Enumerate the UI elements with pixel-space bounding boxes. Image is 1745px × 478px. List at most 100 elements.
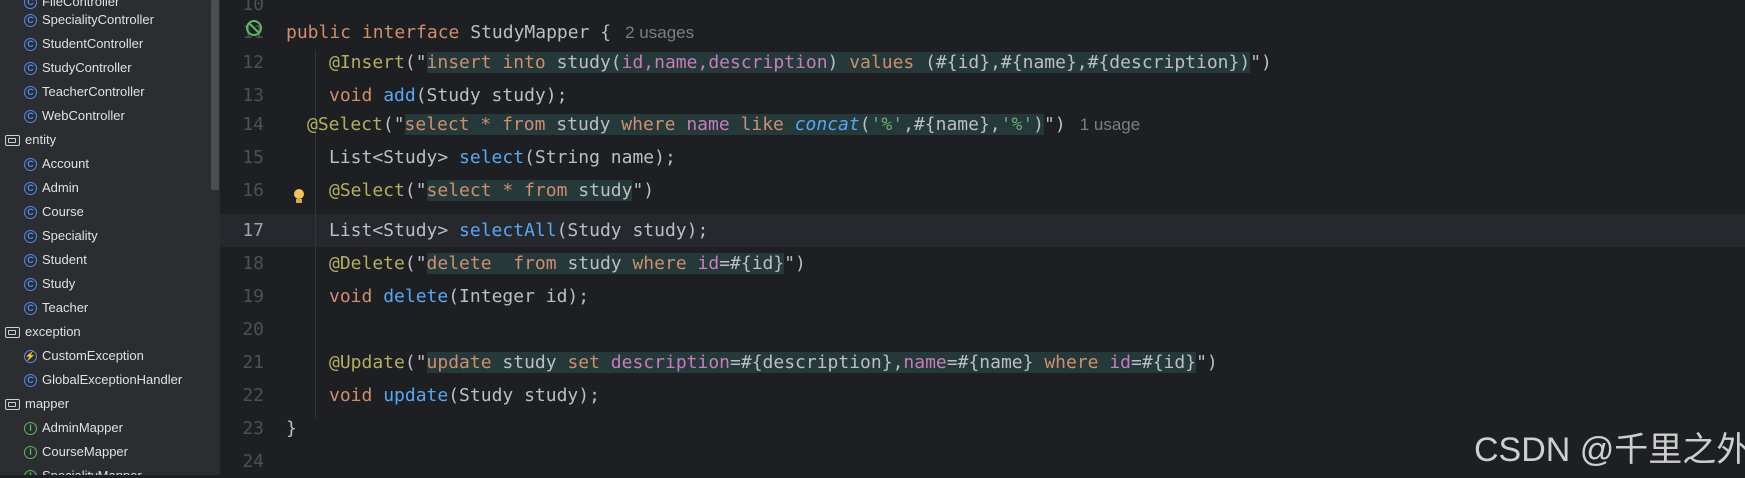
code-text: (Study study);	[448, 385, 600, 406]
tree-item-label: StudyController	[42, 60, 132, 75]
sql-table: study	[556, 114, 622, 135]
closing-brace: }	[286, 418, 297, 439]
code-line-19[interactable]: void delete(Integer id);	[329, 280, 589, 313]
sql-text: (	[859, 114, 871, 135]
sql-keyword: select * from	[426, 180, 579, 201]
line-number[interactable]: 21	[220, 346, 264, 379]
sql-function: concat	[794, 114, 860, 135]
code-line-18[interactable]: @Delete("delete from study where id=#{id…	[329, 247, 806, 280]
tree-item-label: SpecialityMapper	[42, 464, 142, 475]
sql-column: name	[686, 114, 741, 135]
line-number[interactable]: 24	[220, 445, 264, 478]
sql-text: =#{id}	[1131, 352, 1197, 373]
tree-file-item[interactable]: C StudyController	[24, 56, 132, 80]
code-line-16[interactable]: @Select("select * from study")	[329, 174, 654, 207]
code-line-22[interactable]: void update(Study study);	[329, 379, 600, 412]
line-number[interactable]: 14	[220, 108, 264, 141]
sql-keyword: update	[426, 352, 503, 373]
tree-item-label: SpecialityController	[42, 12, 154, 27]
tree-file-item[interactable]: C Student	[24, 248, 87, 272]
string-close: ")	[1196, 352, 1218, 373]
usages-hint[interactable]: 2 usages	[625, 23, 694, 42]
sql-keyword: where	[632, 253, 698, 274]
code-line-17[interactable]: List<Study> selectAll(Study study);	[329, 214, 708, 247]
code-line-15[interactable]: List<Study> select(String name);	[329, 141, 676, 174]
line-number[interactable]: 12	[220, 46, 264, 79]
tree-file-item[interactable]: C TeacherController	[24, 80, 145, 104]
tree-package-item[interactable]: mapper	[5, 392, 69, 416]
package-icon	[5, 326, 20, 338]
usages-hint[interactable]: 1 usage	[1080, 115, 1141, 134]
method-name: delete	[383, 286, 449, 307]
sql-text: ,#{name},	[903, 114, 1001, 135]
code-line-12[interactable]: @Insert("insert into study(id,name,descr…	[329, 46, 1272, 79]
tree-item-label: GlobalExceptionHandler	[42, 372, 183, 387]
tree-file-item[interactable]: I AdminMapper	[24, 416, 123, 440]
code-line-23[interactable]: }	[286, 412, 297, 445]
sql-keyword: like	[740, 114, 795, 135]
line-number[interactable]: 16	[220, 174, 264, 207]
sql-keyword: where	[1044, 352, 1110, 373]
line-number-gutter[interactable]: 10 11 12 13 14 15 16 17 18 19 20 21 22 23 24	[220, 0, 310, 475]
code-line-14[interactable]: @Select("select * from study where name …	[307, 108, 1140, 141]
sql-table: study	[502, 352, 568, 373]
tree-file-item[interactable]: C Account	[24, 152, 89, 176]
tree-file-item[interactable]: C Study	[24, 272, 75, 296]
lightbulb-icon[interactable]	[293, 189, 305, 205]
tree-file-item[interactable]: C Speciality	[24, 224, 98, 248]
sql-text: =#{id}	[719, 253, 785, 274]
tree-package-item[interactable]: entity	[5, 128, 56, 152]
line-number[interactable]: 23	[220, 412, 264, 445]
package-icon	[5, 134, 20, 146]
tree-file-item[interactable]: C SpecialityController	[24, 8, 154, 32]
tree-item-label: TeacherController	[42, 84, 145, 99]
method-name: add	[383, 85, 416, 106]
code-text: (Study study);	[415, 85, 568, 106]
tree-item-label: WebController	[42, 108, 125, 123]
tree-file-item[interactable]: C GlobalExceptionHandler	[24, 368, 182, 392]
indent-guide	[315, 50, 316, 418]
line-number[interactable]: 20	[220, 313, 264, 346]
sql-table: study(	[556, 52, 622, 73]
tree-file-item[interactable]: C Course	[24, 200, 84, 224]
tree-file-item[interactable]: C Admin	[24, 176, 79, 200]
watermark: CSDN @千里之外i	[1474, 431, 1745, 469]
class-icon: C	[24, 253, 37, 267]
tree-scrollbar-thumb[interactable]	[211, 0, 219, 190]
line-number[interactable]: 15	[220, 141, 264, 174]
sql-keyword: values	[849, 52, 926, 73]
string-close: ")	[1044, 114, 1066, 135]
project-tree[interactable]: C FileController C SpecialityController C Stu…	[0, 0, 210, 475]
tree-file-item[interactable]: C StudentController	[24, 32, 143, 56]
tree-file-item[interactable]: I SpecialityMapper	[24, 464, 142, 475]
code-line-21[interactable]: @Update("update study set description=#{…	[329, 346, 1218, 379]
tree-file-item[interactable]: I CourseMapper	[24, 440, 128, 464]
tree-scrollbar[interactable]	[210, 0, 220, 475]
class-icon: C	[24, 61, 37, 75]
line-number[interactable]: 18	[220, 247, 264, 280]
sql-text: )	[1033, 114, 1044, 135]
no-entry-icon[interactable]	[246, 20, 262, 36]
tree-item-label: Admin	[42, 180, 79, 195]
sql-column: description	[610, 352, 731, 373]
tree-file-item[interactable]: ⚡ CustomException	[24, 344, 144, 368]
interface-icon: I	[24, 421, 37, 435]
tree-item-label: Study	[42, 276, 76, 291]
tree-item-label: AdminMapper	[42, 420, 123, 435]
tree-file-item[interactable]: C WebController	[24, 104, 125, 128]
sql-text: =#{description},	[730, 352, 904, 373]
sql-table: study	[567, 253, 633, 274]
line-number[interactable]: 22	[220, 379, 264, 412]
tree-item-label: entity	[25, 132, 57, 147]
annotation: @Select	[307, 114, 383, 135]
line-number[interactable]: 17	[220, 214, 264, 247]
class-icon: C	[24, 373, 37, 387]
code-line-11[interactable]: public interface StudyMapper {2 usages	[286, 16, 694, 49]
tree-file-item[interactable]: C Teacher	[24, 296, 88, 320]
code-text: (Study study);	[556, 220, 709, 241]
sql-column: id	[697, 253, 720, 274]
sql-keyword: where	[621, 114, 687, 135]
code-editor[interactable]: 10 11 12 13 14 15 16 17 18 19 20 21 22 23 24 public in…	[220, 0, 1745, 475]
line-number[interactable]: 19	[220, 280, 264, 313]
tree-package-item[interactable]: exception	[5, 320, 81, 344]
